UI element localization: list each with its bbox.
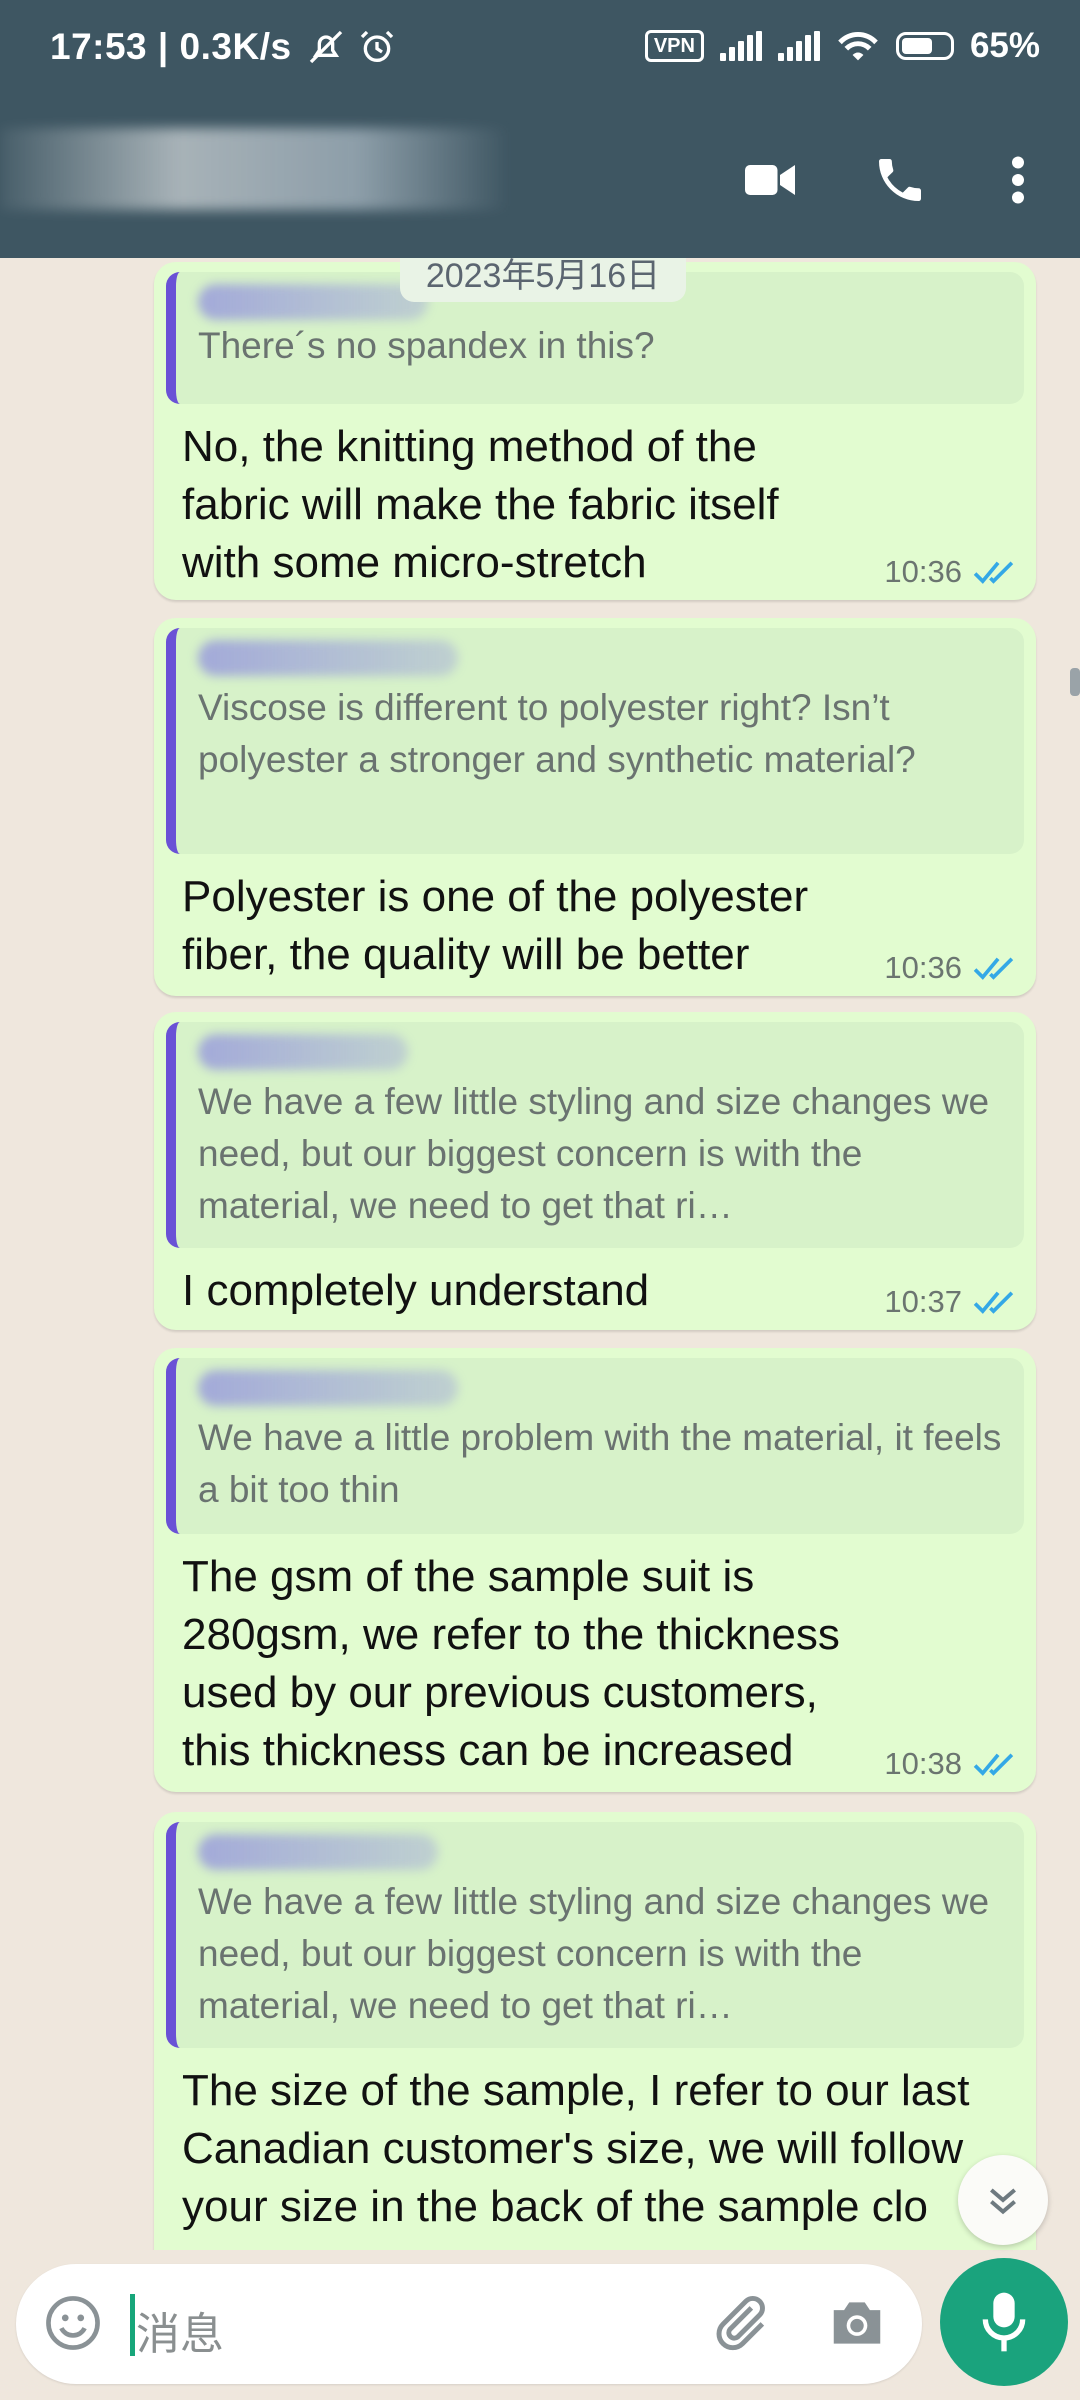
quoted-text: We have a little problem with the materi… xyxy=(198,1417,1002,1510)
quoted-sender-blurred xyxy=(198,1834,438,1870)
top-bar: 17:53 | 0.3K/s VPN 65% xyxy=(0,0,1080,258)
scroll-to-bottom-button[interactable] xyxy=(958,2155,1048,2245)
battery-icon xyxy=(895,32,954,60)
read-ticks-icon xyxy=(973,561,1014,584)
message-meta: 10:37 xyxy=(884,1284,1018,1320)
message-input[interactable]: 消息 xyxy=(136,2298,224,2362)
quoted-message[interactable]: We have a few little styling and size ch… xyxy=(166,1022,1024,1248)
message-bubble[interactable]: Viscose is different to polyester right?… xyxy=(154,618,1036,996)
video-call-icon[interactable] xyxy=(740,150,800,210)
message-time: 10:36 xyxy=(884,950,962,985)
mic-icon xyxy=(982,2292,1026,2352)
wifi-icon xyxy=(838,31,878,61)
more-vert-icon[interactable] xyxy=(1000,150,1036,210)
status-right: VPN 65% xyxy=(644,26,1040,66)
message-bubble[interactable]: We have a few little styling and size ch… xyxy=(154,1812,1036,2250)
message-input-box[interactable]: 消息 xyxy=(16,2264,922,2384)
message-meta: 10:36 xyxy=(884,554,1018,590)
quoted-text: There´s no spandex in this? xyxy=(198,325,655,366)
signal-icon xyxy=(719,31,762,61)
battery-percent: 65% xyxy=(969,26,1040,65)
message-bubble[interactable]: We have a few little styling and size ch… xyxy=(154,1012,1036,1330)
mute-bell-icon xyxy=(310,30,343,64)
message-meta: 10:36 xyxy=(884,950,1018,986)
message-time: 10:36 xyxy=(884,554,962,589)
composer-bar: 消息 xyxy=(0,2250,1080,2400)
message-time: 10:38 xyxy=(884,1746,962,1781)
signal-icon xyxy=(777,31,820,61)
status-bar: 17:53 | 0.3K/s VPN 65% xyxy=(0,0,1080,98)
message-bubble[interactable]: There´s no spandex in this? No, the knit… xyxy=(154,262,1036,600)
message-bubble[interactable]: We have a little problem with the materi… xyxy=(154,1348,1036,1792)
quoted-message[interactable]: We have a little problem with the materi… xyxy=(166,1358,1024,1534)
attach-icon[interactable] xyxy=(706,2290,772,2356)
read-ticks-icon xyxy=(973,1291,1014,1314)
emoji-icon[interactable] xyxy=(42,2292,104,2354)
contact-name-blurred[interactable] xyxy=(0,128,510,210)
message-time: 10:37 xyxy=(884,1284,962,1319)
quoted-message[interactable]: We have a few little styling and size ch… xyxy=(166,1822,1024,2048)
quoted-sender-blurred xyxy=(198,640,458,676)
quoted-sender-blurred xyxy=(198,284,428,320)
vpn-icon: VPN xyxy=(644,30,704,62)
read-ticks-icon xyxy=(973,957,1014,980)
quoted-text: Viscose is different to polyester right?… xyxy=(198,687,916,780)
status-left: 17:53 | 0.3K/s xyxy=(50,26,397,68)
quoted-text: We have a few little styling and size ch… xyxy=(198,1881,990,2026)
text-caret xyxy=(130,2294,135,2356)
time-speed: 17:53 | 0.3K/s xyxy=(50,26,292,67)
camera-icon[interactable] xyxy=(826,2294,888,2352)
message-text: The size of the sample, I refer to our l… xyxy=(182,2066,970,2231)
voice-call-icon[interactable] xyxy=(872,150,928,210)
mic-button[interactable] xyxy=(940,2258,1068,2386)
read-ticks-icon xyxy=(973,1753,1014,1776)
quoted-message[interactable]: Viscose is different to polyester right?… xyxy=(166,628,1024,854)
quoted-sender-blurred xyxy=(198,1370,458,1406)
double-chevron-down-icon xyxy=(990,2188,1016,2215)
date-chip: 2023年5月16日 xyxy=(400,258,686,302)
quoted-text: We have a few little styling and size ch… xyxy=(198,1081,990,1226)
quoted-sender-blurred xyxy=(198,1034,408,1070)
alarm-icon xyxy=(360,30,394,63)
scrollbar-thumb[interactable] xyxy=(1070,668,1080,696)
chat-area[interactable]: 2023年5月16日 There´s no spandex in this? N… xyxy=(0,258,1080,2250)
message-meta: 10:38 xyxy=(884,1746,1018,1782)
